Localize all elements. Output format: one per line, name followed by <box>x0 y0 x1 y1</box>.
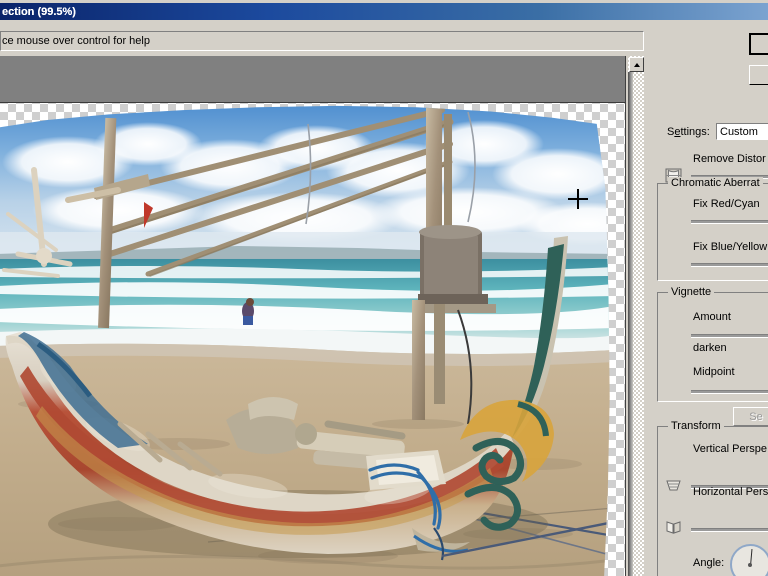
ok-button[interactable] <box>749 33 768 55</box>
preview-vertical-scrollbar[interactable] <box>627 56 644 576</box>
settings-dropdown[interactable]: Custom <box>716 123 768 140</box>
vignette-midpoint-slider[interactable] <box>691 390 768 394</box>
fix-blue-yellow-label: Fix Blue/Yellow <box>693 241 768 253</box>
chromatic-aberration-legend: Chromatic Aberrat <box>668 177 763 189</box>
controls-panel: Se ttings: Custom Remove Distor Chromatic… <box>645 20 768 576</box>
fix-blue-yellow-slider[interactable] <box>691 263 768 267</box>
vignette-amount-label: Amount <box>693 311 731 323</box>
lens-correction-dialog: ection (99.5%) ce mouse over control for… <box>0 0 768 576</box>
horizontal-perspective-slider[interactable] <box>691 528 768 532</box>
angle-dial[interactable] <box>730 544 768 576</box>
angle-label: Angle: <box>693 557 725 569</box>
scrollbar-shadow <box>628 72 633 576</box>
help-status-bar: ce mouse over control for help <box>0 31 644 51</box>
horizontal-perspective-icon <box>665 520 682 535</box>
vignette-midpoint-label: Midpoint <box>693 366 735 378</box>
fix-red-cyan-label: Fix Red/Cyan <box>693 198 760 210</box>
vignette-amount-hint: darken <box>693 342 727 354</box>
set-button[interactable]: Se <box>733 407 768 426</box>
horizontal-perspective-label: Horizontal Pers <box>693 486 768 498</box>
scroll-up-arrow-icon[interactable] <box>629 57 644 72</box>
transform-legend: Transform <box>668 420 724 432</box>
preview-image <box>0 105 610 576</box>
cancel-button[interactable] <box>749 65 768 85</box>
fix-red-cyan-slider[interactable] <box>691 220 768 224</box>
vignette-amount-slider[interactable] <box>691 334 768 338</box>
vignette-legend: Vignette <box>668 286 715 298</box>
window-titlebar[interactable]: ection (99.5%) <box>0 3 768 20</box>
canvas-gray-background <box>0 56 625 103</box>
preview-canvas[interactable] <box>0 56 626 576</box>
help-status-text: ce mouse over control for help <box>2 35 150 47</box>
window-title: ection (99.5%) <box>2 5 76 18</box>
vertical-perspective-label: Vertical Perspe <box>693 443 767 455</box>
settings-label-text: ttings: <box>680 126 710 138</box>
remove-distortion-label: Remove Distor <box>693 153 766 165</box>
settings-label: Se ttings: <box>667 126 710 138</box>
angle-dial-hub <box>748 563 752 567</box>
settings-value: Custom <box>720 125 758 138</box>
vertical-perspective-icon <box>665 478 682 493</box>
